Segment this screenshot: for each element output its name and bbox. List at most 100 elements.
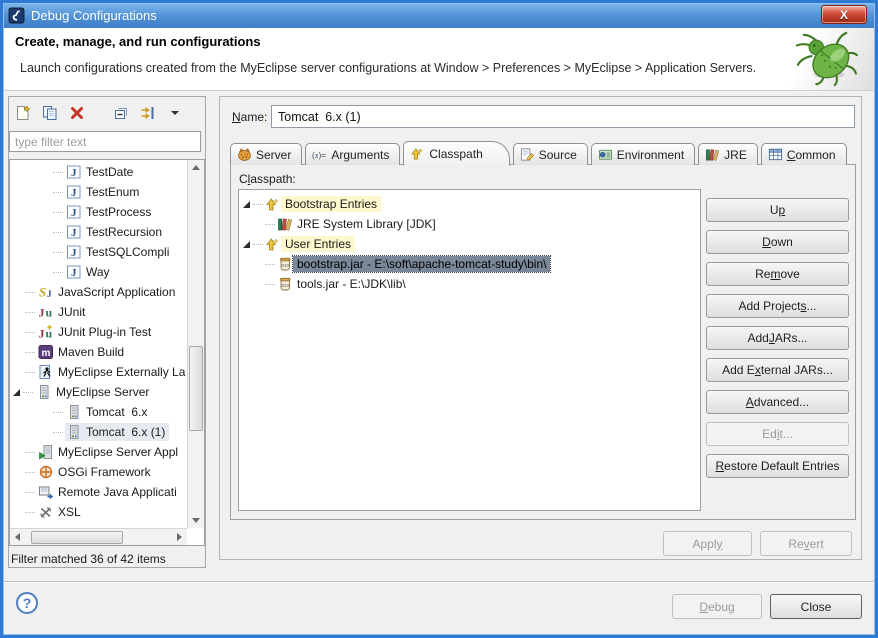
classpath-item-bootstrap-entries[interactable]: Bootstrap Entries	[239, 194, 700, 214]
java-application-icon	[67, 225, 81, 240]
classpath-item-jre-system-library[interactable]: JRE System Library [JDK]	[239, 214, 700, 234]
classpath-item-user-entries[interactable]: User Entries	[239, 234, 700, 254]
java-application-icon	[67, 265, 81, 280]
editor-tabs: Server Arguments Classpath Source Enviro…	[230, 140, 850, 166]
java-application-icon	[67, 165, 81, 180]
filter-menu-dropdown[interactable]	[165, 103, 185, 123]
tree-item-testprocess[interactable]: TestProcess	[11, 202, 186, 222]
arguments-icon	[312, 150, 327, 160]
horizontal-scrollbar[interactable]	[10, 528, 187, 545]
apply-button[interactable]: Appl y	[663, 531, 752, 556]
classpath-item-tools-jar[interactable]: tools.jar - E:\JDK\lib\	[239, 274, 700, 294]
remove-button[interactable]: Re m ove	[706, 262, 849, 286]
jar-icon	[280, 277, 291, 291]
vertical-scrollbar[interactable]	[187, 160, 204, 528]
debug-configurations-dialog: Debug Configurations X Create, manage, a…	[0, 0, 878, 638]
library-icon	[278, 218, 293, 231]
tree-item-xsl[interactable]: XSL	[11, 502, 186, 522]
osgi-icon	[39, 465, 53, 479]
debug-configurations-icon	[8, 7, 25, 24]
tree-item-testenum[interactable]: TestEnum	[11, 182, 186, 202]
scroll-up-arrow[interactable]	[188, 160, 203, 175]
bug-image	[795, 31, 859, 87]
new-launch-configuration-button[interactable]	[13, 103, 33, 123]
tree-item-testdate[interactable]: TestDate	[11, 162, 186, 182]
add-projects-button[interactable]: Add Project s...	[706, 294, 849, 318]
name-input[interactable]	[271, 105, 855, 128]
expander-icon[interactable]	[13, 388, 20, 396]
tomcat-icon	[238, 148, 251, 161]
classpath-entries-icon	[266, 238, 279, 251]
tab-classpath[interactable]: Classpath	[403, 141, 510, 166]
remote-java-icon	[38, 486, 53, 500]
restore-default-entries-button[interactable]: Restore Default Entries	[706, 454, 849, 478]
tree-item-tomcat-6x-1[interactable]: Tomcat 6.x (1)	[11, 422, 186, 442]
tree-item-junit-plugin-test[interactable]: JUnit Plug-in Test	[11, 322, 186, 342]
environment-icon	[598, 149, 612, 160]
tree-item-javascript-application[interactable]: JavaScript Application	[11, 282, 186, 302]
filter-launch-configurations-button[interactable]	[138, 103, 158, 123]
expander-icon[interactable]	[243, 240, 250, 248]
help-button[interactable]: ?	[16, 592, 38, 614]
tree-item-testsqlcompli[interactable]: TestSQLCompli	[11, 242, 186, 262]
library-icon	[706, 149, 720, 161]
banner-description: Launch configurations created from the M…	[20, 61, 757, 75]
add-jars-button[interactable]: Add J ARs...	[706, 326, 849, 350]
myeclipse-external-icon	[39, 364, 51, 380]
tree-item-myeclipse-server-application[interactable]: MyEclipse Server Appl	[11, 442, 186, 462]
classpath-entries-icon	[266, 198, 279, 211]
tree-item-tomcat-6x[interactable]: Tomcat 6.x	[11, 402, 186, 422]
tab-server[interactable]: Server	[230, 143, 303, 165]
down-button[interactable]: Down	[706, 230, 849, 254]
classpath-label: Classpath:	[239, 172, 296, 186]
edit-button[interactable]: Ed i t...	[706, 422, 849, 446]
advanced-button[interactable]: Advanced...	[706, 390, 849, 414]
scrollbar-thumb[interactable]	[31, 530, 123, 544]
javascript-icon	[39, 284, 52, 300]
source-icon	[520, 148, 534, 161]
up-button[interactable]: Up	[706, 198, 849, 222]
tree-item-myeclipse-externally[interactable]: MyEclipse Externally La	[11, 362, 186, 382]
server-application-icon	[39, 445, 52, 460]
scroll-right-arrow[interactable]	[172, 530, 187, 545]
banner-title: Create, manage, and run configurations	[15, 34, 261, 49]
tree-item-maven-build[interactable]: Maven Build	[11, 342, 186, 362]
table-icon	[768, 148, 782, 161]
revert-button[interactable]: Re v ert	[760, 531, 852, 556]
tree-item-way[interactable]: Way	[11, 262, 186, 282]
tab-arguments[interactable]: Arguments	[305, 143, 401, 165]
scroll-down-arrow[interactable]	[188, 513, 203, 528]
server-icon	[70, 425, 79, 439]
tree-item-testrecursion[interactable]: TestRecursion	[11, 222, 186, 242]
maven-icon	[38, 345, 53, 360]
chevron-down-icon	[171, 111, 179, 115]
titlebar[interactable]: Debug Configurations X	[3, 3, 875, 28]
tab-environment[interactable]: Environment	[590, 143, 696, 165]
server-icon	[40, 385, 49, 399]
junit-plugin-icon	[38, 324, 53, 340]
debug-button[interactable]: Debug	[672, 594, 762, 619]
tab-source[interactable]: Source	[512, 143, 588, 165]
add-external-jars-button[interactable]: Add Ex ternal JARs...	[706, 358, 849, 382]
tree-item-osgi-framework[interactable]: OSGi Framework	[11, 462, 186, 482]
tree-item-remote-java-application[interactable]: Remote Java Applicati	[11, 482, 186, 502]
tab-jre[interactable]: JRE	[698, 143, 758, 165]
close-window-button[interactable]: X	[821, 5, 867, 24]
collapse-all-button[interactable]	[111, 103, 131, 123]
tab-common[interactable]: Common	[760, 143, 847, 165]
configurations-toolbar	[13, 102, 185, 124]
classpath-item-bootstrap-jar[interactable]: bootstrap.jar - E:\soft\apache-tomcat-st…	[239, 254, 700, 274]
tree-item-junit[interactable]: JUnit	[11, 302, 186, 322]
scroll-left-arrow[interactable]	[10, 530, 25, 545]
duplicate-launch-configuration-button[interactable]	[40, 103, 60, 123]
delete-launch-configuration-button[interactable]	[67, 103, 87, 123]
tree-item-myeclipse-server[interactable]: MyEclipse Server	[11, 382, 186, 402]
banner: Create, manage, and run configurations L…	[3, 28, 875, 91]
filter-input[interactable]	[9, 131, 201, 152]
expander-icon[interactable]	[243, 200, 250, 208]
help-icon: ?	[22, 595, 32, 611]
close-button[interactable]: Close	[770, 594, 862, 619]
window-title: Debug Configurations	[31, 8, 157, 23]
scrollbar-thumb[interactable]	[189, 346, 203, 431]
java-application-icon	[67, 245, 81, 260]
